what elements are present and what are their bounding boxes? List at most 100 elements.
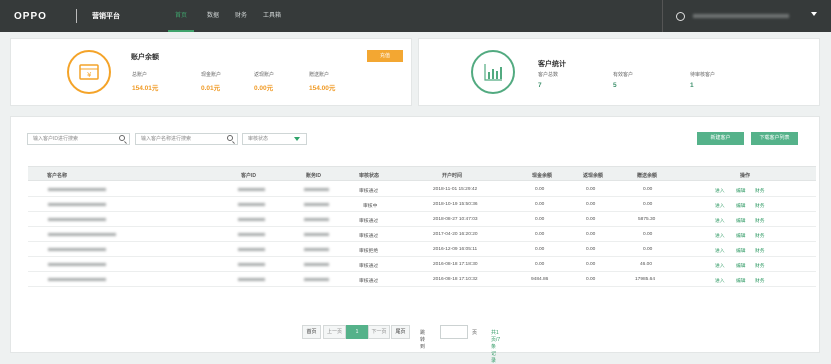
customer-id-redacted [238,218,265,221]
total-account-value: 154.01元 [132,85,159,92]
page-number-current[interactable]: 1 [346,325,368,339]
status-cell: 审核通过 [359,279,379,284]
user-icon [676,12,685,21]
edit-link[interactable]: 编辑 [736,187,746,194]
brand-logo[interactable]: oppo [14,11,47,22]
header-gift-balance: 赠送余额 [637,173,658,179]
enter-link[interactable]: 进入 [715,217,725,224]
header-open-time: 开户时间 [442,173,463,179]
status-cell: 审核通过 [359,264,379,269]
finance-link[interactable]: 财务 [755,187,765,194]
rebate-cell: 0.00 [586,277,596,282]
search-icon[interactable] [227,135,233,141]
customer-id-redacted [238,233,265,236]
gift-cell: 0.00 [643,187,653,192]
next-page-button[interactable]: 下一页 [368,325,390,339]
nav-data[interactable]: 数据 [200,0,226,32]
brand-divider [76,9,77,23]
edit-link[interactable]: 编辑 [736,277,746,284]
search-icon[interactable] [119,135,125,141]
customer-id-redacted [238,188,265,191]
open-time-cell: 2016-08-18 17:18:30 [433,262,478,267]
total-records: 共1页/7条记录 [491,330,501,364]
finance-link[interactable]: 财务 [755,247,765,254]
status-select[interactable]: 审核状态 [242,133,307,145]
customer-name-redacted [48,203,106,206]
rebate-account-label: 返现账户 [254,72,275,78]
edit-link[interactable]: 编辑 [736,247,746,254]
balance-card: ¥ 账户余额 充值 总账户 154.01元 现金账户 0.01元 返现账户 0.… [10,38,412,106]
table-row: 审核通过 2016-08-18 17:18:30 0.00 0.00 46.00… [28,257,816,272]
finance-link[interactable]: 财务 [755,217,765,224]
enter-link[interactable]: 进入 [715,187,725,194]
customer-id-search-input[interactable]: 输入客户ID进行搜索 [27,133,130,145]
customer-name-redacted [48,278,106,281]
user-menu[interactable] [662,0,831,32]
table-row: 审核中 2018-10-19 15:50:36 0.00 0.00 0.00 进… [28,197,816,212]
rebate-cell: 0.00 [586,232,596,237]
status-cell: 审核通过 [359,189,379,194]
balance-title: 账户余额 [131,54,159,61]
header-rebate-balance: 返现余额 [583,173,604,179]
enter-link[interactable]: 进入 [715,247,725,254]
header-audit-status: 审核状态 [359,173,380,179]
recharge-button[interactable]: 充值 [367,50,403,62]
cash-cell: 0.00 [535,232,545,237]
finance-link[interactable]: 财务 [755,202,765,209]
finance-link[interactable]: 财务 [755,262,765,269]
enter-link[interactable]: 进入 [715,262,725,269]
open-time-cell: 2018-11-01 15:29:42 [433,187,478,192]
customer-name-redacted [48,188,106,191]
page-unit-label: 页 [472,330,478,336]
rebate-cell: 0.00 [586,247,596,252]
account-id-redacted [304,263,329,266]
download-customer-list-button[interactable]: 下载客户列表 [751,132,798,145]
total-customers-value: 7 [538,82,542,89]
last-page-button[interactable]: 尾页 [391,325,410,339]
nav-toolbox[interactable]: 工具箱 [256,0,288,32]
table-row: 审核通过 2017-04-20 16:20:20 0.00 0.00 0.00 … [28,227,816,242]
status-cell: 审核通过 [359,219,379,224]
stats-card: 客户统计 客户总数 7 有效客户 5 待审核客户 1 [418,38,820,106]
chevron-down-icon [294,137,300,141]
header-operations: 操作 [740,173,751,179]
cash-cell: 9484.86 [531,277,549,282]
wallet-icon: ¥ [67,50,111,94]
finance-link[interactable]: 财务 [755,277,765,284]
gift-cell: 46.00 [640,262,653,267]
cash-cell: 0.00 [535,202,545,207]
finance-link[interactable]: 财务 [755,232,765,239]
table-row: 审核通过 2018-08-27 10:47:03 0.00 0.00 5875.… [28,212,816,227]
first-page-button[interactable]: 首页 [302,325,321,339]
account-id-redacted [304,233,329,236]
cash-cell: 0.00 [535,247,545,252]
edit-link[interactable]: 编辑 [736,262,746,269]
nav-finance[interactable]: 财务 [228,0,254,32]
enter-link[interactable]: 进入 [715,277,725,284]
stats-title: 客户统计 [538,61,566,68]
prev-page-button[interactable]: 上一页 [323,325,346,339]
customer-id-redacted [238,263,265,266]
open-time-cell: 2016-08-18 17:10:32 [433,277,478,282]
edit-link[interactable]: 编辑 [736,232,746,239]
svg-text:¥: ¥ [87,71,92,79]
open-time-cell: 2017-04-20 16:20:20 [433,232,478,237]
edit-link[interactable]: 编辑 [736,217,746,224]
header-customer-name: 客户名称 [47,173,68,179]
cash-cell: 0.00 [535,187,545,192]
new-customer-button[interactable]: 新建客户 [697,132,744,145]
gift-cell: 17985.64 [635,277,656,282]
total-customers-label: 客户总数 [538,72,559,78]
jump-page-input[interactable] [440,325,468,339]
edit-link[interactable]: 编辑 [736,202,746,209]
nav-home[interactable]: 首页 [168,0,195,32]
chevron-down-icon[interactable] [811,12,817,16]
customer-id-search-placeholder: 输入客户ID进行搜索 [33,136,79,142]
customer-name-search-input[interactable]: 输入客户名称进行搜索 [135,133,238,145]
enter-link[interactable]: 进入 [715,202,725,209]
header-account-id: 账务ID [306,173,322,179]
customer-name-redacted [48,218,106,221]
pending-customers-label: 待审核客户 [690,72,716,78]
status-select-value: 审核状态 [248,136,269,142]
enter-link[interactable]: 进入 [715,232,725,239]
